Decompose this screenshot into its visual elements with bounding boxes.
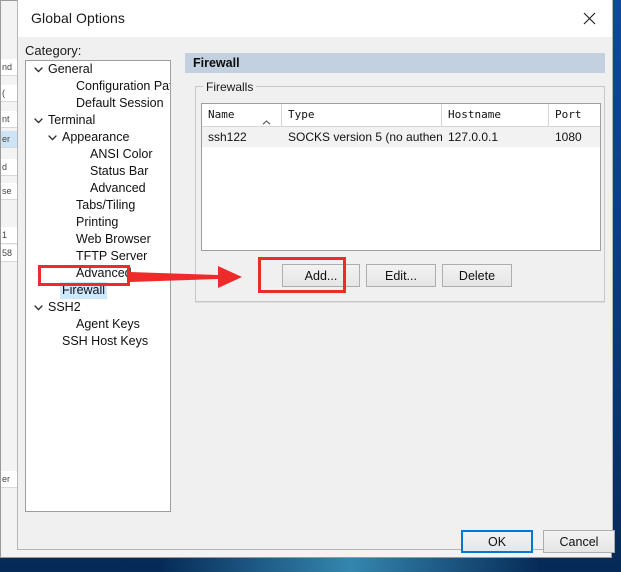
sidebar-item-appearance[interactable]: Appearance xyxy=(26,129,170,146)
cancel-button[interactable]: Cancel xyxy=(543,530,615,553)
chevron-down-icon[interactable] xyxy=(44,129,60,146)
edit-button[interactable]: Edit... xyxy=(366,264,436,287)
chevron-down-icon[interactable] xyxy=(30,61,46,78)
category-tree[interactable]: General Configuration Paths Default Sessio… xyxy=(25,60,171,512)
sidebar-item-label: Advanced xyxy=(76,266,132,280)
sidebar-item-label: Tabs/Tiling xyxy=(76,198,136,212)
cell-type: SOCKS version 5 (no authen... xyxy=(288,130,442,144)
column-header-type[interactable]: Type xyxy=(282,104,442,126)
cell-name: ssh122 xyxy=(208,130,247,144)
delete-button[interactable]: Delete xyxy=(442,264,512,287)
content-separator xyxy=(195,302,605,303)
add-button[interactable]: Add... xyxy=(282,264,360,287)
sidebar-item-label: Web Browser xyxy=(76,232,151,246)
sidebar-item-advanced[interactable]: Advanced xyxy=(26,265,170,282)
sidebar-item-tabs-tiling[interactable]: Tabs/Tiling xyxy=(26,197,170,214)
sidebar-item-agent-keys[interactable]: Agent Keys xyxy=(26,316,170,333)
sidebar-item-firewall[interactable]: Firewall xyxy=(26,282,170,299)
dialog-title: Global Options xyxy=(31,10,126,26)
chevron-down-icon[interactable] xyxy=(30,299,46,316)
sidebar-item-default-session[interactable]: Default Session xyxy=(26,95,170,112)
sidebar-item-label: Status Bar xyxy=(90,164,149,178)
column-header-label: Port xyxy=(555,108,582,121)
column-header-label: Hostname xyxy=(448,108,501,121)
content-header-title: Firewall xyxy=(185,53,605,73)
sidebar-item-label: Printing xyxy=(76,215,119,229)
sidebar-item-label: Advanced xyxy=(90,181,146,195)
firewalls-list-body: ssh122 SOCKS version 5 (no authen... 127.0… xyxy=(202,127,600,147)
cell-hostname: 127.0.0.1 xyxy=(448,130,499,144)
cell-port: 1080 xyxy=(555,130,582,144)
close-icon[interactable] xyxy=(566,0,612,36)
dialog-titlebar: Global Options xyxy=(18,0,612,37)
sidebar-item-terminal[interactable]: Terminal xyxy=(26,112,170,129)
sidebar-item-label: SSH Host Keys xyxy=(62,334,149,348)
firewalls-list-header: Name Type Hostname Port xyxy=(202,104,600,127)
sidebar-item-printing[interactable]: Printing xyxy=(26,214,170,231)
table-row[interactable]: ssh122 SOCKS version 5 (no authen... 127.0… xyxy=(202,127,600,147)
sidebar-item-ssh2[interactable]: SSH2 xyxy=(26,299,170,316)
sidebar-item-label: Default Session xyxy=(76,96,164,110)
sidebar-item-tftp-server[interactable]: TFTP Server xyxy=(26,248,170,265)
global-options-dialog: Global Options Category: General Configur… xyxy=(17,0,615,553)
firewalls-list[interactable]: Name Type Hostname Port ssh122 SOCKS version… xyxy=(201,103,601,251)
column-header-label: Name xyxy=(208,108,235,121)
sidebar-item-status-bar[interactable]: Status Bar xyxy=(26,163,170,180)
sidebar-item-label: Configuration Paths xyxy=(76,79,170,93)
column-header-label: Type xyxy=(288,108,315,121)
sidebar-item-label: Terminal xyxy=(48,113,96,127)
column-header-hostname[interactable]: Hostname xyxy=(442,104,549,126)
sidebar-item-configuration-paths[interactable]: Configuration Paths xyxy=(26,78,170,95)
sidebar-item-advanced[interactable]: Advanced xyxy=(26,180,170,197)
ok-button[interactable]: OK xyxy=(461,530,533,553)
category-label: Category: xyxy=(25,43,82,58)
sort-ascending-icon xyxy=(262,111,271,126)
sidebar-item-ansi-color[interactable]: ANSI Color xyxy=(26,146,170,163)
sidebar-item-label: Agent Keys xyxy=(76,317,140,331)
sidebar-item-general[interactable]: General xyxy=(26,61,170,78)
column-header-name[interactable]: Name xyxy=(202,104,282,126)
firewalls-groupbox-title: Firewalls xyxy=(203,80,257,94)
sidebar-item-label: TFTP Server xyxy=(76,249,148,263)
column-header-port[interactable]: Port xyxy=(549,104,600,126)
sidebar-item-label: SSH2 xyxy=(48,300,81,314)
screen: nd ( nt er d se 1 58 er te Global Option… xyxy=(0,0,621,572)
chevron-down-icon[interactable] xyxy=(30,112,46,129)
sidebar-item-ssh-host-keys[interactable]: SSH Host Keys xyxy=(26,333,170,350)
sidebar-item-label: Firewall xyxy=(60,282,108,299)
sidebar-item-label: ANSI Color xyxy=(90,147,153,161)
sidebar-item-label: Appearance xyxy=(62,130,130,144)
sidebar-item-web-browser[interactable]: Web Browser xyxy=(26,231,170,248)
sidebar-item-label: General xyxy=(48,62,93,76)
